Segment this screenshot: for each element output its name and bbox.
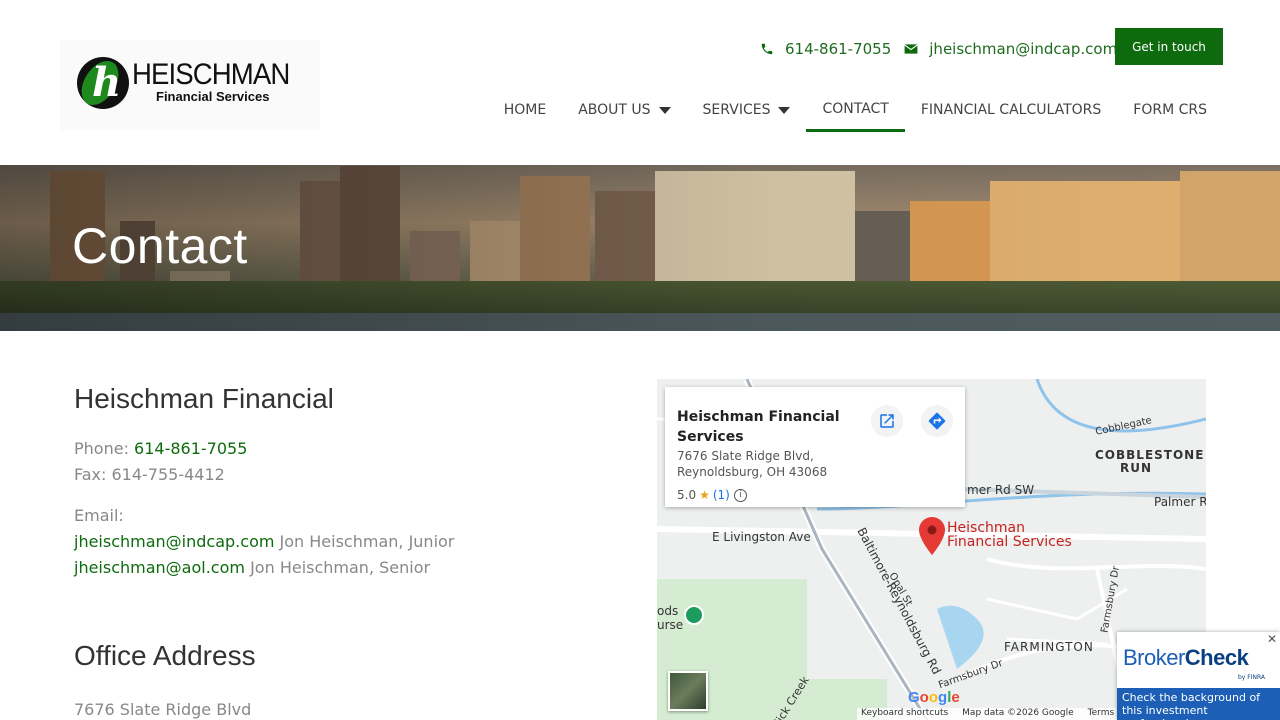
info-icon[interactable]: i [733, 488, 747, 502]
terms-link[interactable]: Terms [1088, 708, 1115, 720]
google-logo: Google [908, 689, 960, 706]
logo-mark: h [77, 57, 129, 109]
nav-item-services[interactable]: SERVICES [687, 88, 807, 132]
map-data-text: Map data ©2026 Google [962, 708, 1074, 718]
brokercheck-link[interactable]: Check the background of this investment … [1117, 688, 1280, 720]
header-phone-link[interactable]: 614-861-7055 [759, 40, 891, 58]
map-place-card: Heischman Financial Services 7676 Slate … [665, 387, 965, 507]
map-label-palmer-rd-sw: mer Rd SW [967, 483, 1035, 497]
external-link-icon [880, 414, 894, 428]
main-nav: HOME ABOUT US SERVICES CONTACT FINANCIAL… [488, 88, 1223, 132]
phone-link[interactable]: 614-861-7055 [134, 439, 247, 458]
office-address-line: 7676 Slate Ridge Blvd [74, 700, 252, 719]
page-title: Contact [72, 218, 248, 274]
fax-line: Fax: 614-755-4412 [74, 465, 225, 484]
site-header: h HEISCHMAN Financial Services 614-861-7… [0, 0, 1280, 165]
header-contact: 614-861-7055 jheischman@indcap.com [759, 38, 1129, 60]
map-label-farmington: FARMINGTON [1004, 640, 1094, 654]
brokercheck-widget[interactable]: ✕ BrokerCheck by FINRA Check the backgro… [1117, 632, 1280, 720]
caret-down-icon [778, 106, 791, 114]
email-link-junior[interactable]: jheischman@indcap.com [74, 532, 274, 551]
email-row: jheischman@indcap.com Jon Heischman, Jun… [74, 532, 455, 551]
map-label-cobblestone-run-2: RUN [1120, 461, 1153, 475]
caret-down-icon [658, 106, 671, 114]
get-in-touch-button[interactable]: Get in touch [1115, 28, 1223, 65]
map-pin-icon[interactable] [919, 517, 945, 559]
email-link-senior[interactable]: jheischman@aol.com [74, 558, 245, 577]
company-heading: Heischman Financial [74, 383, 334, 414]
map-place-rating: 5.0 ★ (1) i [677, 488, 747, 502]
header-email-link[interactable]: jheischman@indcap.com [903, 40, 1117, 58]
map-place-name[interactable]: Heischman Financial Services [677, 407, 867, 447]
map-label-course-2: urse [657, 618, 684, 632]
close-icon[interactable]: ✕ [1267, 632, 1277, 646]
finra-label: by FINRA [1238, 674, 1266, 681]
phone-line: Phone: 614-861-7055 [74, 439, 248, 458]
brokercheck-logo: BrokerCheck [1123, 645, 1249, 670]
nav-item-home[interactable]: HOME [488, 88, 562, 132]
map-label-cobblestone-run: COBBLESTONE [1095, 448, 1205, 462]
envelope-icon [903, 41, 919, 57]
office-address-heading: Office Address [74, 640, 256, 671]
company-logo[interactable]: h HEISCHMAN Financial Services [60, 40, 320, 130]
contact-info: Heischman Financial Phone: 614-861-7055 … [74, 380, 594, 720]
logo-subtitle: Financial Services [156, 89, 270, 104]
phone-icon [759, 41, 775, 57]
golf-icon[interactable] [684, 605, 704, 625]
nav-item-form-crs[interactable]: FORM CRS [1117, 88, 1223, 132]
directions-button[interactable] [921, 405, 953, 437]
map-pin-label: Heischman Financial Services [947, 520, 1072, 550]
hero-banner: Contact [0, 165, 1280, 331]
nav-item-contact[interactable]: CONTACT [806, 88, 905, 132]
keyboard-shortcuts-link[interactable]: Keyboard shortcuts [861, 708, 948, 720]
map-label-e-livingston-ave: E Livingston Ave [712, 530, 811, 544]
directions-icon [928, 412, 946, 430]
nav-item-about-us[interactable]: ABOUT US [562, 88, 686, 132]
email-label: Email: [74, 506, 124, 525]
review-count-link[interactable]: (1) [713, 488, 730, 502]
open-in-maps-button[interactable] [871, 405, 903, 437]
star-icon: ★ [699, 488, 710, 502]
map-label-course: ods [657, 604, 679, 618]
satellite-toggle-button[interactable] [668, 671, 708, 711]
email-row: jheischman@aol.com Jon Heischman, Senior [74, 558, 431, 577]
map-place-address: 7676 Slate Ridge Blvd, Reynoldsburg, OH … [677, 449, 828, 479]
logo-title: HEISCHMAN [132, 58, 290, 91]
map-label-palmer-rd: Palmer R [1154, 495, 1206, 509]
nav-item-financial-calculators[interactable]: FINANCIAL CALCULATORS [905, 88, 1117, 132]
